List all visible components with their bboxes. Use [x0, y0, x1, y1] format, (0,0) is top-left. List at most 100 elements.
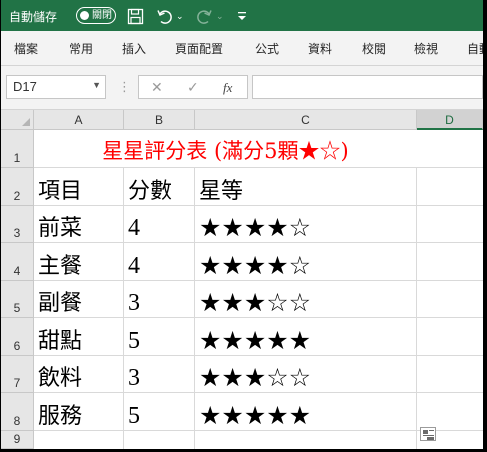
enter-icon[interactable]: ✓ — [187, 79, 199, 96]
score-value: 4 — [128, 215, 140, 241]
name-box[interactable]: D17 ▼ — [6, 75, 106, 99]
tab-data[interactable]: 資料 — [308, 40, 332, 57]
cell-a5[interactable]: 副餐 — [34, 281, 124, 318]
tab-review[interactable]: 校閱 — [362, 40, 386, 57]
star-rating: ★★★☆☆ — [199, 363, 312, 392]
row-header-9[interactable]: 9 — [1, 431, 34, 449]
star-rating: ★★★☆☆ — [199, 288, 312, 317]
cell-d7[interactable] — [417, 356, 483, 393]
header-score: 分數 — [128, 179, 173, 204]
cell-a9[interactable] — [34, 431, 124, 449]
insert-function-icon[interactable]: fx — [223, 80, 232, 96]
cell-c2[interactable]: 星等 — [195, 168, 417, 206]
cell-d3[interactable] — [417, 206, 483, 243]
cell-a8[interactable]: 服務 — [34, 393, 124, 431]
worksheet-grid: A B C D 1 2 3 4 5 6 7 8 9 星星評分表 (滿分5顆★☆)… — [1, 110, 483, 449]
formula-bar-grip[interactable]: ⋮ — [118, 79, 131, 95]
item-name: 服務 — [38, 404, 83, 429]
cell-a3[interactable]: 前菜 — [34, 206, 124, 243]
cell-d2[interactable] — [417, 168, 483, 206]
cell-c4[interactable]: ★★★★☆ — [195, 243, 417, 281]
cell-b4[interactable]: 4 — [124, 243, 195, 281]
autosave-state: 關閉 — [92, 10, 112, 21]
excel-window: 自動儲存 關閉 ⌄ ⌄ 檔案 常用 插入 頁面配置 公式 資料 校閱 檢視 自 … — [1, 0, 483, 449]
column-header-b[interactable]: B — [124, 110, 195, 130]
cell-c3[interactable]: ★★★★☆ — [195, 206, 417, 243]
cell-b3[interactable]: 4 — [124, 206, 195, 243]
row-header-4[interactable]: 4 — [1, 243, 34, 281]
customize-toolbar-icon[interactable] — [237, 6, 247, 26]
autosave-label: 自動儲存 — [9, 10, 58, 24]
select-all-button[interactable] — [1, 110, 34, 130]
cell-d4[interactable] — [417, 243, 483, 281]
cell-c7[interactable]: ★★★☆☆ — [195, 356, 417, 393]
column-header-c[interactable]: C — [195, 110, 417, 130]
redo-icon[interactable]: ⌄ — [196, 6, 224, 26]
row-header-2[interactable]: 2 — [1, 168, 34, 206]
cell-d1[interactable] — [417, 130, 483, 168]
star-rating: ★★★★☆ — [199, 251, 312, 280]
tab-view[interactable]: 檢視 — [414, 40, 438, 57]
formula-input[interactable] — [252, 75, 483, 99]
chevron-down-icon[interactable]: ▼ — [92, 80, 101, 90]
undo-dropdown-icon[interactable]: ⌄ — [176, 11, 184, 22]
cell-d5[interactable] — [417, 281, 483, 318]
tab-automate[interactable]: 自動 — [467, 40, 483, 57]
item-name: 前菜 — [38, 216, 83, 241]
score-value: 4 — [128, 253, 140, 279]
cell-a6[interactable]: 甜點 — [34, 318, 124, 356]
tab-formulas[interactable]: 公式 — [255, 40, 279, 57]
score-value: 3 — [128, 365, 140, 391]
cell-c6[interactable]: ★★★★★ — [195, 318, 417, 356]
cell-b6[interactable]: 5 — [124, 318, 195, 356]
save-icon[interactable] — [127, 6, 144, 26]
sheet-title: 星星評分表 (滿分5顆★☆) — [102, 139, 349, 163]
cell-b5[interactable]: 3 — [124, 281, 195, 318]
cell-d8[interactable] — [417, 393, 483, 431]
star-rating: ★★★★☆ — [199, 213, 312, 242]
cell-a4[interactable]: 主餐 — [34, 243, 124, 281]
formula-bar: D17 ▼ ⋮ ✕ ✓ fx — [1, 66, 483, 110]
cell-b9[interactable] — [124, 431, 195, 449]
cell-b2[interactable]: 分數 — [124, 168, 195, 206]
score-value: 5 — [128, 328, 140, 354]
title-cell[interactable]: 星星評分表 (滿分5顆★☆) — [34, 130, 417, 168]
header-item: 項目 — [38, 179, 83, 204]
cell-b8[interactable]: 5 — [124, 393, 195, 431]
row-header-6[interactable]: 6 — [1, 318, 34, 356]
item-name: 主餐 — [38, 254, 83, 279]
item-name: 飲料 — [38, 366, 83, 391]
tab-file[interactable]: 檔案 — [14, 40, 38, 57]
cell-a7[interactable]: 飲料 — [34, 356, 124, 393]
cell-b7[interactable]: 3 — [124, 356, 195, 393]
item-name: 甜點 — [38, 329, 83, 354]
column-header-a[interactable]: A — [34, 110, 124, 130]
undo-icon[interactable]: ⌄ — [156, 6, 184, 26]
column-header-d[interactable]: D — [417, 110, 483, 130]
row-header-3[interactable]: 3 — [1, 206, 34, 243]
title-bar: 自動儲存 關閉 ⌄ ⌄ — [1, 0, 483, 31]
tab-page-layout[interactable]: 頁面配置 — [175, 40, 223, 57]
row-header-7[interactable]: 7 — [1, 356, 34, 393]
cell-d6[interactable] — [417, 318, 483, 356]
star-rating: ★★★★★ — [199, 326, 312, 355]
item-name: 副餐 — [38, 291, 83, 316]
row-header-5[interactable]: 5 — [1, 281, 34, 318]
score-value: 5 — [128, 403, 140, 429]
header-stars: 星等 — [199, 179, 244, 204]
score-value: 3 — [128, 290, 140, 316]
row-header-1[interactable]: 1 — [1, 130, 34, 168]
row-header-8[interactable]: 8 — [1, 393, 34, 431]
redo-dropdown-icon[interactable]: ⌄ — [216, 11, 224, 22]
paste-options-icon[interactable] — [420, 427, 436, 441]
toggle-knob — [80, 11, 89, 20]
cell-c5[interactable]: ★★★☆☆ — [195, 281, 417, 318]
tab-insert[interactable]: 插入 — [122, 40, 146, 57]
tab-home[interactable]: 常用 — [69, 40, 93, 57]
cell-c9[interactable] — [195, 431, 417, 449]
cell-c8[interactable]: ★★★★★ — [195, 393, 417, 431]
cell-a2[interactable]: 項目 — [34, 168, 124, 206]
cancel-icon[interactable]: ✕ — [151, 79, 163, 96]
autosave-toggle[interactable]: 關閉 — [76, 7, 116, 24]
select-all-triangle-icon — [22, 118, 30, 126]
